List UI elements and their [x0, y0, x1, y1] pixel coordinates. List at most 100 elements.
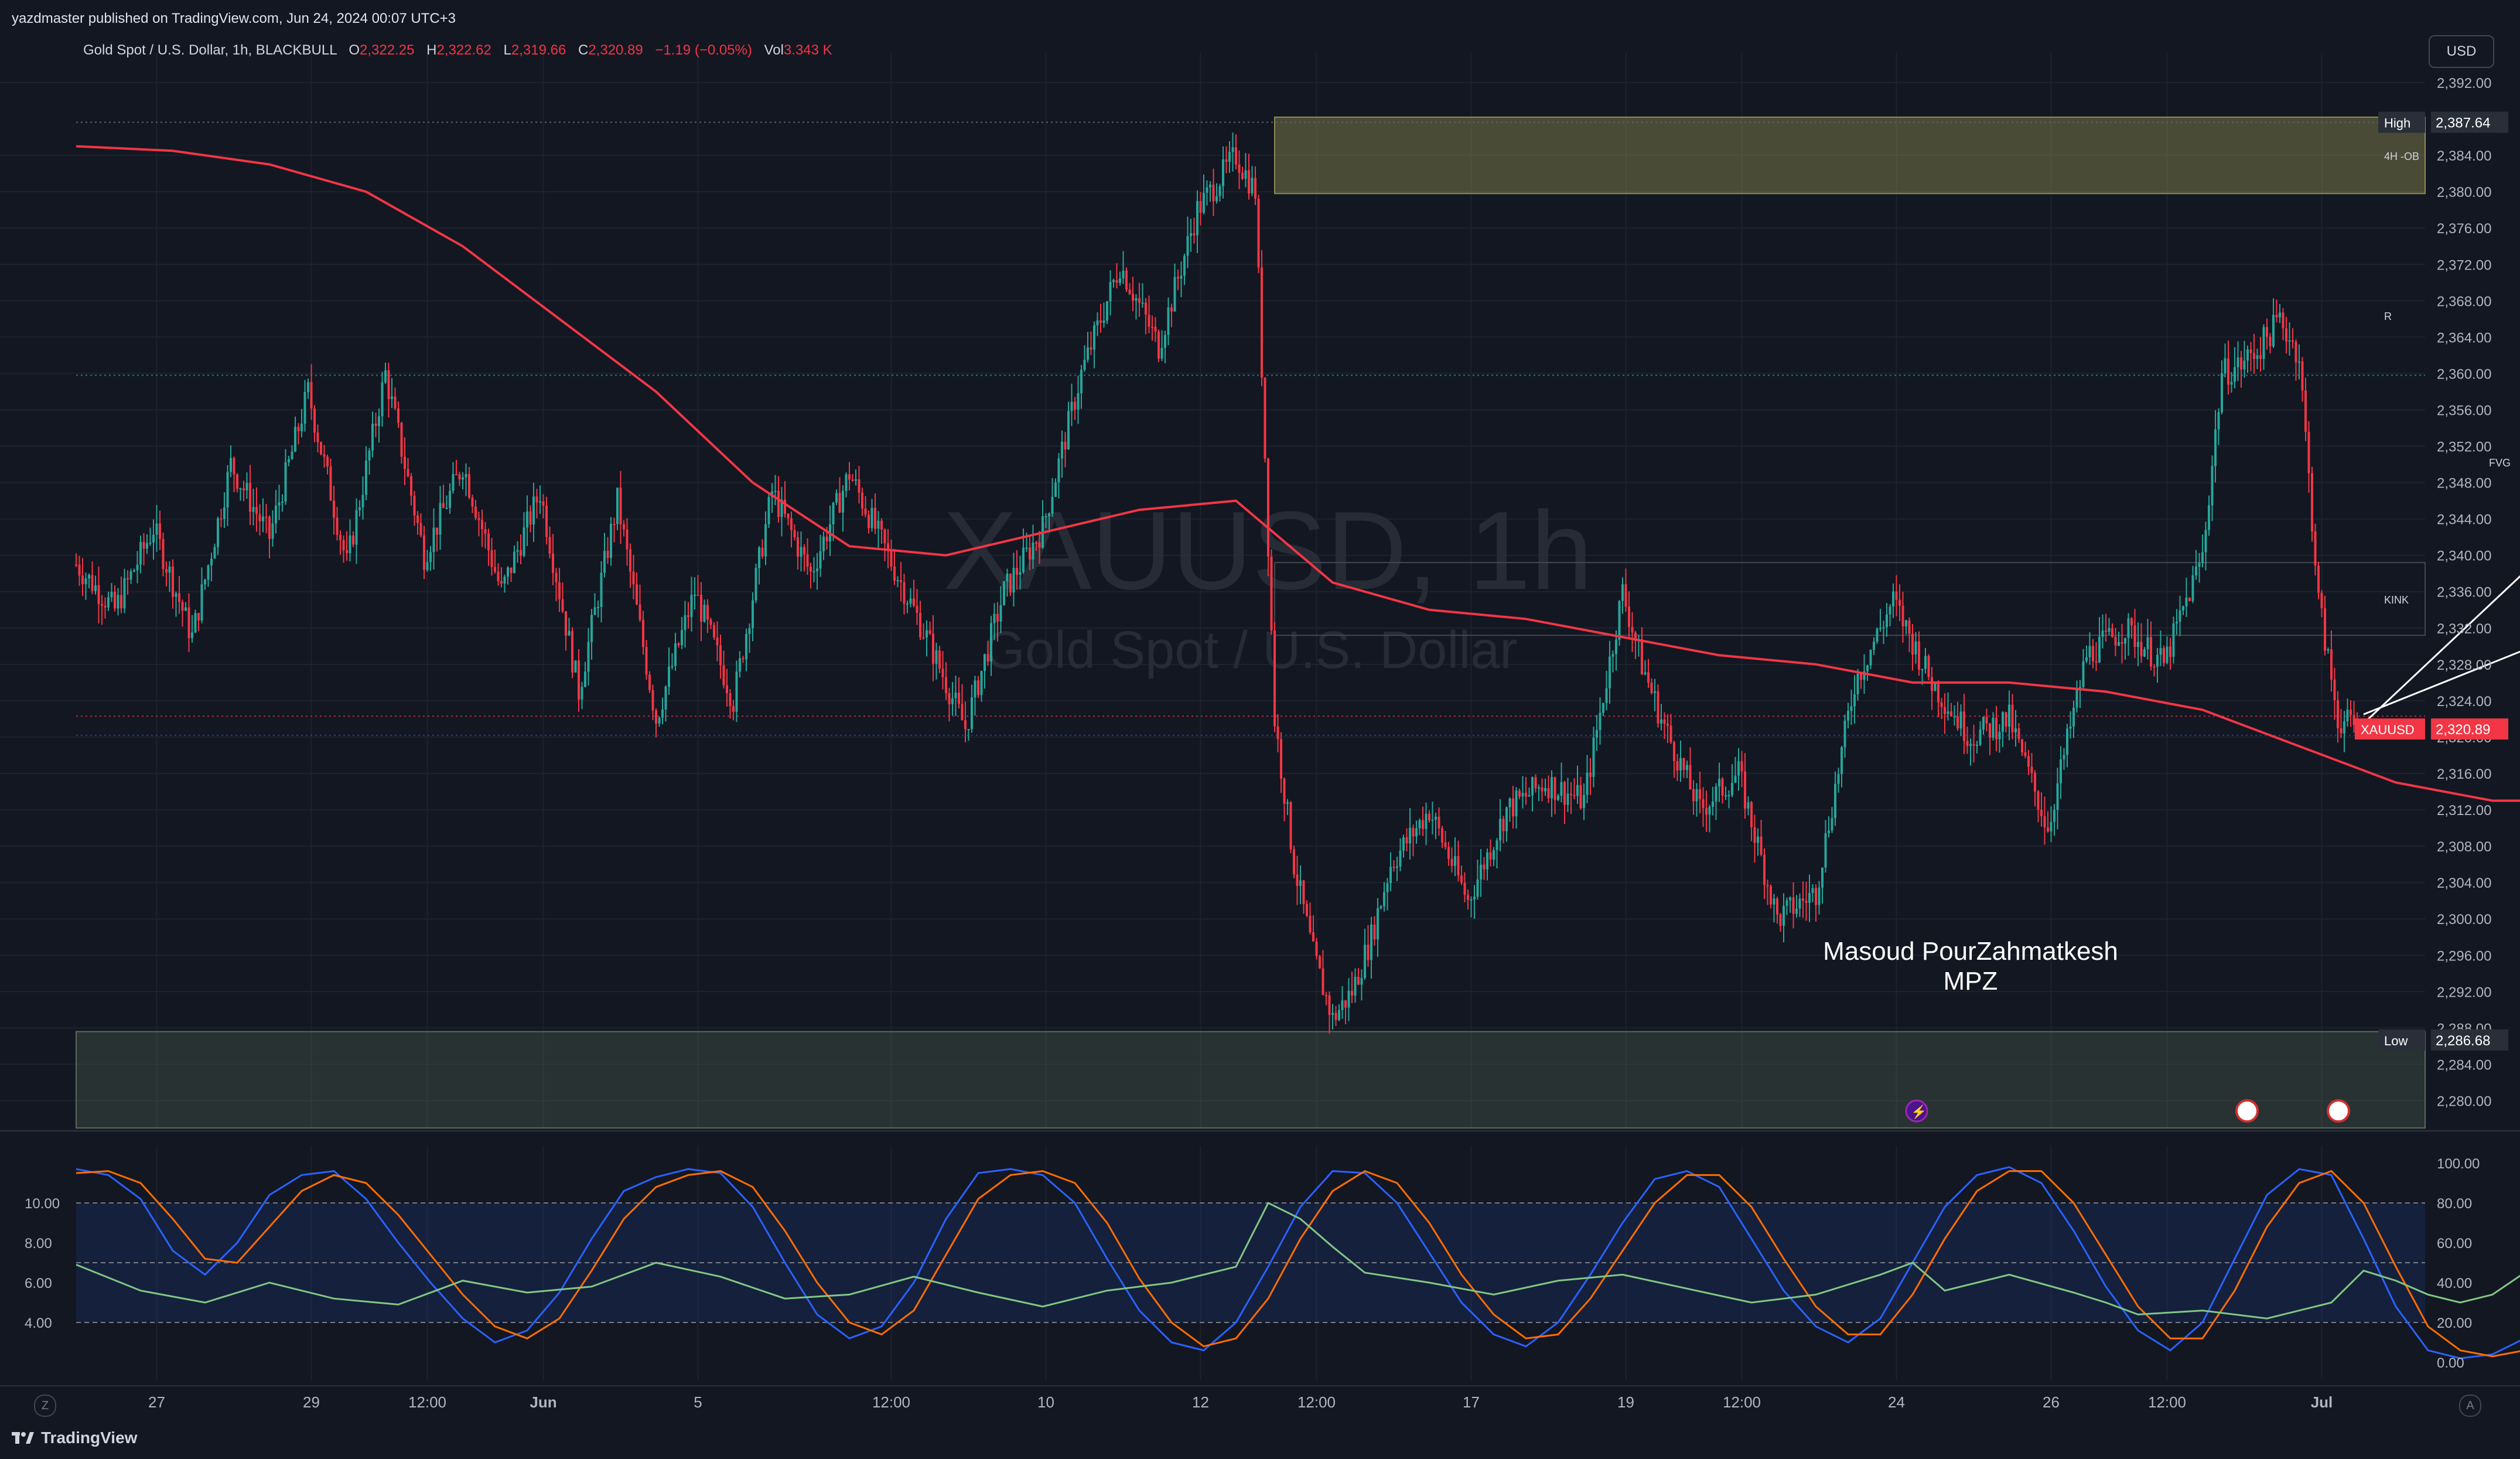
candle-body — [1402, 837, 1405, 851]
candle-body — [329, 466, 332, 501]
candle-body — [162, 538, 165, 570]
candle-body — [1947, 711, 1949, 714]
candle-body — [1264, 377, 1266, 459]
candle-body — [694, 594, 696, 596]
candle-body — [1963, 711, 1965, 741]
candle-body — [1495, 840, 1498, 850]
candle-body — [784, 499, 786, 514]
candle-body — [681, 630, 683, 646]
candle-body — [1641, 639, 1643, 674]
price-tick-label: 2,296.00 — [2437, 948, 2491, 964]
candle-body — [561, 599, 564, 612]
open-label: O — [349, 42, 360, 58]
candle-body — [1386, 883, 1389, 892]
candle-body — [371, 424, 374, 451]
candle-body — [532, 496, 535, 525]
candle-body — [1267, 458, 1269, 557]
candle-body — [610, 524, 612, 558]
candle-body — [2249, 349, 2252, 353]
candle-body — [1357, 977, 1360, 985]
candle-body — [922, 637, 925, 639]
author-annotation-2: Masoud PourZahmatkesh — [1823, 937, 2118, 966]
candle-body — [1860, 673, 1862, 680]
candle-body — [442, 503, 445, 508]
candle-body — [239, 488, 242, 490]
candle-body — [545, 506, 548, 537]
tradingview-logo[interactable]: TradingView — [12, 1429, 137, 1447]
low-label: L — [503, 42, 511, 58]
candle-body — [213, 547, 216, 559]
candle-body — [1251, 178, 1254, 194]
candle-body — [423, 535, 425, 570]
candle-body — [207, 565, 210, 580]
candle-body — [1856, 673, 1859, 694]
candle-body — [230, 458, 232, 472]
candle-body — [1815, 888, 1817, 905]
candle-body — [2217, 412, 2220, 429]
candle-body — [2101, 630, 2104, 637]
candle-body — [1798, 898, 1801, 909]
candle-body — [590, 615, 593, 642]
candle-body — [1969, 744, 1972, 746]
candle-body — [1460, 875, 1463, 883]
candle-body — [381, 382, 384, 417]
candle-body — [1518, 790, 1521, 797]
candle-body — [709, 619, 712, 625]
candle-body — [1367, 945, 1370, 960]
candle-body — [742, 658, 745, 660]
zoom-left-button[interactable]: Z — [34, 1395, 56, 1417]
candle-body — [394, 396, 397, 408]
candle-body — [2314, 531, 2317, 566]
candle-body — [1322, 968, 1324, 996]
candle-body — [2224, 358, 2227, 374]
candle-body — [114, 592, 116, 609]
candle-body — [94, 585, 97, 591]
candle-body — [2137, 642, 2139, 647]
candle-body — [1628, 606, 1630, 627]
currency-button[interactable]: USD — [2429, 35, 2494, 68]
candle-body — [1463, 882, 1466, 895]
auto-scale-button[interactable]: A — [2459, 1395, 2481, 1417]
time-tick-label: 12:00 — [872, 1393, 910, 1411]
candle-body — [822, 536, 825, 551]
candle-body — [1276, 726, 1279, 739]
candle-body — [1138, 298, 1141, 303]
oscillator-right-tick: 40.00 — [2437, 1276, 2472, 1291]
candle-body — [2221, 373, 2223, 413]
candle-body — [1422, 820, 1424, 829]
candle-body — [2253, 353, 2255, 359]
candle-body — [851, 479, 854, 481]
candle-body — [1924, 656, 1927, 669]
candle-body — [1644, 672, 1647, 674]
candle-body — [1238, 164, 1241, 173]
candle-body — [104, 605, 107, 608]
candle-body — [1193, 233, 1196, 236]
candle-body — [797, 537, 799, 557]
candle-body — [458, 474, 461, 480]
candle-body — [935, 650, 938, 664]
candle-body — [932, 633, 934, 664]
price-tick-label: 2,304.00 — [2437, 875, 2491, 891]
candle-body — [1106, 301, 1108, 321]
candle-body — [2140, 642, 2143, 657]
candle-body — [984, 654, 986, 671]
symbol-title[interactable]: Gold Spot / U.S. Dollar, 1h, BLACKBULL — [83, 42, 337, 58]
price-chart[interactable]: XAUUSD, 1hGold Spot / U.S. Dollar4H -OBR… — [0, 0, 2520, 1459]
candle-body — [1760, 836, 1763, 855]
candle-body — [1325, 995, 1327, 997]
candle-body — [613, 524, 616, 526]
candle-body — [774, 490, 777, 492]
candle-body — [1763, 854, 1766, 885]
candle — [571, 627, 573, 679]
candle-body — [958, 693, 960, 704]
candle-body — [2040, 810, 2043, 816]
candle-body — [1956, 716, 1959, 729]
candle-body — [1985, 717, 1988, 724]
candle-body — [706, 605, 709, 620]
candle-body — [1560, 782, 1563, 796]
candle-body — [1383, 892, 1385, 906]
zone-hob-box — [1274, 116, 2426, 195]
candle-body — [1541, 787, 1544, 792]
candle — [1106, 301, 1108, 324]
candle-body — [1016, 568, 1018, 575]
